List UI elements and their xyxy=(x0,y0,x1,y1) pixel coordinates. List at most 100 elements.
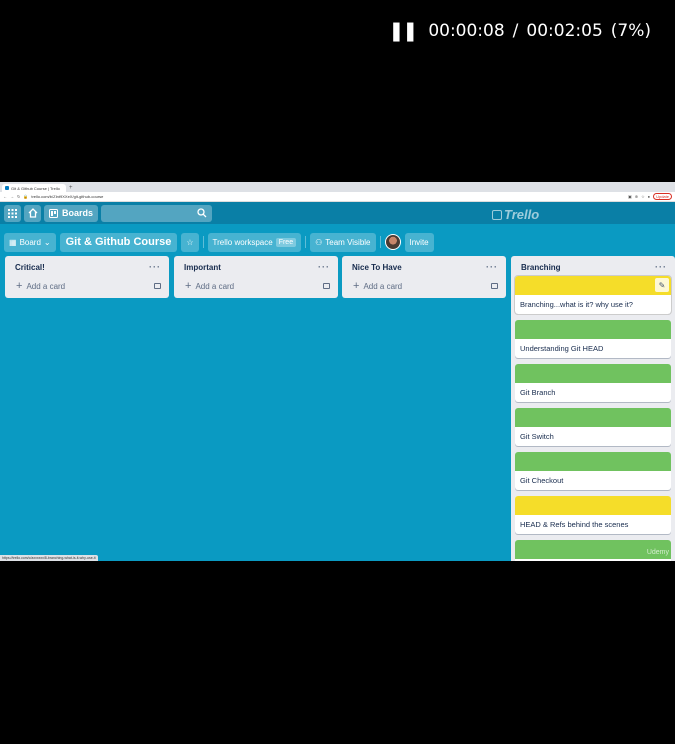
card-template-icon[interactable] xyxy=(323,283,330,289)
home-icon xyxy=(28,208,37,218)
zoom-icon[interactable]: ⊕ xyxy=(635,194,638,199)
card-title xyxy=(515,559,671,561)
card-list: ✎ Branching...what is it? why use it? Un… xyxy=(511,275,675,561)
list-important: Important ··· + Add a card xyxy=(174,256,338,298)
forward-icon[interactable]: → xyxy=(10,194,14,199)
add-card-label: Add a card xyxy=(195,282,235,291)
workspace-plan-badge: Free xyxy=(275,237,297,247)
total-duration: 00:02:05 xyxy=(526,21,603,41)
trello-favicon-icon xyxy=(5,186,9,190)
divider xyxy=(202,236,204,248)
home-button[interactable] xyxy=(24,204,41,222)
bookmark-star-icon[interactable]: ☆ xyxy=(641,194,645,199)
card-label xyxy=(515,364,671,383)
boards-button[interactable]: Boards xyxy=(44,204,99,222)
list-menu-icon[interactable]: ··· xyxy=(655,262,667,272)
list-menu-icon[interactable]: ··· xyxy=(318,262,330,272)
card-title: Git Branch xyxy=(520,388,556,397)
workspace-label: Trello workspace xyxy=(212,237,273,247)
pause-icon[interactable]: ❚❚ xyxy=(388,20,418,42)
add-card-button[interactable]: + Add a card xyxy=(5,276,169,298)
visibility-label: Team Visible xyxy=(325,237,371,247)
divider xyxy=(305,236,307,248)
board-header: ▦ Board ⌄ Git & Github Course ☆ Trello w… xyxy=(0,229,675,255)
list-title[interactable]: Critical! xyxy=(15,263,45,272)
list-title[interactable]: Nice To Have xyxy=(352,263,402,272)
card-label xyxy=(515,276,671,295)
card[interactable]: Git Switch xyxy=(515,408,671,446)
board-view-label: Board xyxy=(19,237,41,247)
card-title: Understanding Git HEAD xyxy=(520,344,604,353)
browser-toolbar: ← → ↻ 🔒 trello.com/b/ZInt9XXeX/git-githu… xyxy=(0,192,675,202)
browser-tab[interactable]: Git & Github Course | Trello xyxy=(2,184,66,192)
card[interactable]: Git Branch xyxy=(515,364,671,402)
list-title[interactable]: Branching xyxy=(521,263,561,272)
player-timer: ❚❚ 00:00:08 / 00:02:05 (7%) xyxy=(388,20,651,42)
add-card-button[interactable]: + Add a card xyxy=(342,276,506,298)
list-header: Important ··· xyxy=(174,256,338,276)
plus-icon: + xyxy=(353,280,360,292)
list-nice-to-have: Nice To Have ··· + Add a card xyxy=(342,256,506,298)
card[interactable]: Understanding Git HEAD xyxy=(515,320,671,358)
visibility-button[interactable]: ⚇ Team Visible xyxy=(310,232,376,252)
card-label xyxy=(515,496,671,515)
card-template-icon[interactable] xyxy=(154,283,161,289)
list-critical: Critical! ··· + Add a card xyxy=(5,256,169,298)
lock-icon: 🔒 xyxy=(23,194,29,199)
udemy-watermark: Udemy xyxy=(646,549,669,556)
card-title: Branching...what is it? why use it? xyxy=(520,300,633,309)
card[interactable]: HEAD & Refs behind the scenes xyxy=(515,496,671,534)
profile-icon[interactable]: ● xyxy=(648,194,650,199)
time-separator: / xyxy=(512,21,519,41)
progress-percent: (7%) xyxy=(610,21,651,41)
list-menu-icon[interactable]: ··· xyxy=(486,262,498,272)
card-label xyxy=(515,408,671,427)
browser-status-url: https://trello.com/c/axxxxxx/8-branching… xyxy=(0,555,98,561)
reload-icon[interactable]: ↻ xyxy=(17,194,20,199)
apps-grid-icon xyxy=(8,208,17,218)
pencil-icon[interactable]: ✎ xyxy=(655,278,669,292)
team-icon: ⚇ xyxy=(315,237,323,247)
star-board-button[interactable]: ☆ xyxy=(181,232,199,252)
card[interactable]: ✎ Branching...what is it? why use it? xyxy=(514,275,672,315)
plus-icon: + xyxy=(16,280,23,292)
list-title[interactable]: Important xyxy=(184,263,221,272)
browser-tabstrip: Git & Github Course | Trello + xyxy=(0,182,675,192)
back-icon[interactable]: ← xyxy=(3,194,7,199)
trello-logo-icon xyxy=(492,209,502,220)
card-label xyxy=(515,452,671,471)
list-header: Branching ··· xyxy=(511,256,675,276)
board-view-icon: ▦ xyxy=(9,237,17,247)
board-title[interactable]: Git & Github Course xyxy=(59,232,178,252)
trello-logo[interactable]: Trello xyxy=(492,207,539,222)
update-button[interactable]: Update xyxy=(653,193,672,200)
member-avatar[interactable] xyxy=(384,234,401,250)
divider xyxy=(379,236,381,248)
add-card-button[interactable]: + Add a card xyxy=(174,276,338,298)
apps-grid-button[interactable] xyxy=(4,204,21,222)
add-card-label: Add a card xyxy=(26,282,66,291)
trello-logo-text: Trello xyxy=(504,207,540,222)
card-label xyxy=(515,320,671,339)
elapsed-time: 00:00:08 xyxy=(428,21,505,41)
list-menu-icon[interactable]: ··· xyxy=(149,262,161,272)
board-view-switcher[interactable]: ▦ Board ⌄ xyxy=(4,232,56,252)
video-player: ❚❚ 00:00:08 / 00:02:05 (7%) Git & Github… xyxy=(0,0,675,744)
card[interactable]: Git Checkout xyxy=(515,452,671,490)
search-icon xyxy=(197,208,207,218)
list-header: Critical! ··· xyxy=(5,256,169,276)
list-branching: Branching ··· ✎ Branching...what is it? … xyxy=(511,256,675,561)
boards-icon xyxy=(49,208,58,218)
search-input[interactable] xyxy=(101,204,213,222)
recorded-screen: Git & Github Course | Trello + ← → ↻ 🔒 t… xyxy=(0,182,675,561)
address-bar-url[interactable]: trello.com/b/ZInt9XXeX/git-github-course xyxy=(31,194,625,199)
extension-icon[interactable]: ▣ xyxy=(628,194,632,199)
chevron-down-icon: ⌄ xyxy=(43,237,51,247)
card-template-icon[interactable] xyxy=(491,283,498,289)
star-icon: ☆ xyxy=(186,237,194,247)
new-tab-button[interactable]: + xyxy=(69,184,73,192)
boards-label: Boards xyxy=(62,208,94,218)
workspace-button[interactable]: Trello workspace Free xyxy=(207,232,302,252)
invite-button[interactable]: Invite xyxy=(404,232,434,252)
add-card-label: Add a card xyxy=(363,282,403,291)
